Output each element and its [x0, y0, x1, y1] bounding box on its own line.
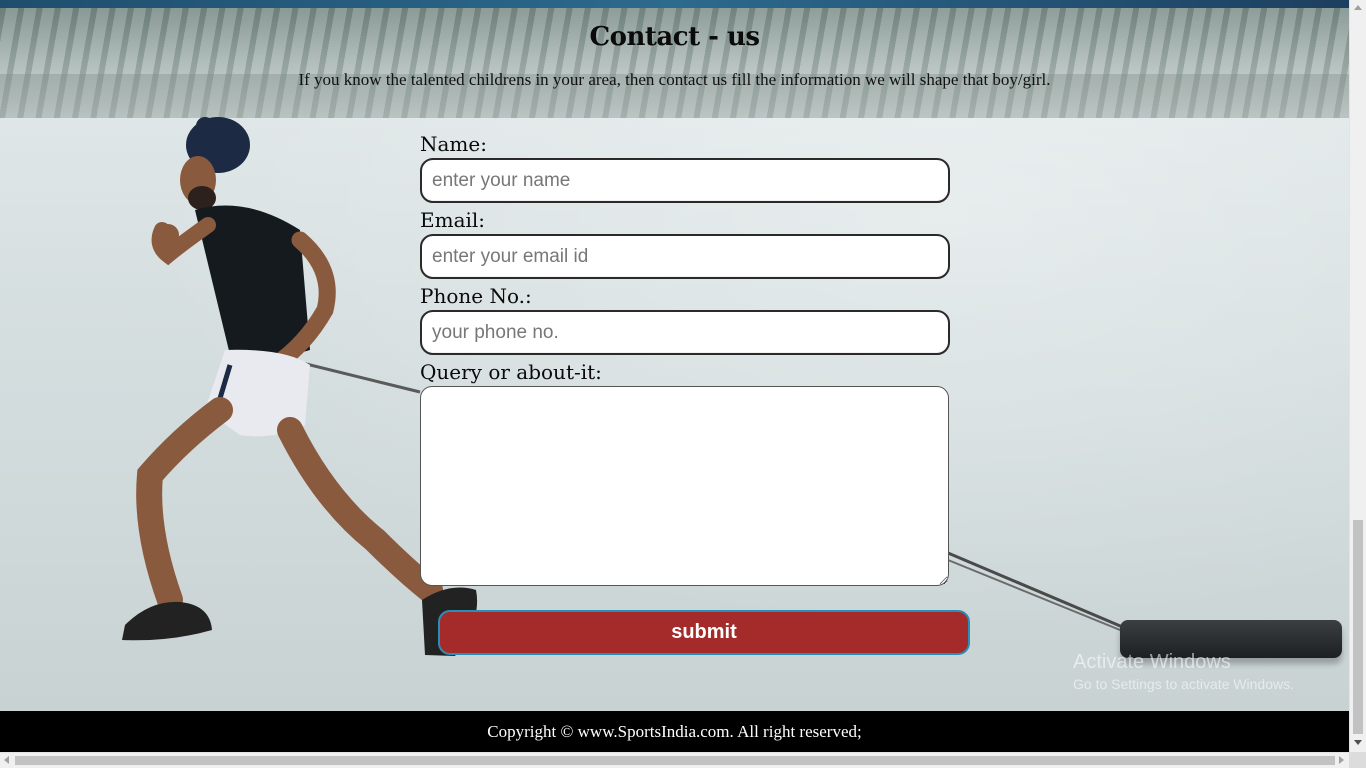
scrollbar-corner — [1349, 752, 1366, 768]
query-textarea[interactable] — [420, 386, 949, 586]
vertical-scrollbar[interactable] — [1349, 0, 1366, 752]
name-input[interactable] — [420, 158, 950, 203]
horizontal-scrollbar[interactable] — [0, 752, 1349, 768]
scroll-down-arrow-icon[interactable] — [1354, 740, 1362, 745]
page-title: Contact - us — [589, 22, 760, 52]
email-input[interactable] — [420, 234, 950, 279]
footer: Copyright © www.SportsIndia.com. All rig… — [0, 711, 1349, 752]
contact-form: Name: Email: Phone No.: Query or about-i… — [420, 130, 980, 655]
vertical-scroll-thumb[interactable] — [1353, 520, 1363, 734]
intro-text: If you know the talented childrens in yo… — [298, 70, 1051, 89]
scroll-up-arrow-icon[interactable] — [1354, 5, 1362, 10]
horizontal-scroll-thumb[interactable] — [15, 756, 1335, 765]
submit-button[interactable]: submit — [438, 610, 970, 655]
phone-label: Phone No.: — [420, 284, 532, 308]
query-label: Query or about-it: — [420, 360, 602, 384]
email-label: Email: — [420, 208, 486, 232]
scroll-left-arrow-icon[interactable] — [4, 756, 9, 764]
windows-activation-watermark: Activate Windows Go to Settings to activ… — [1073, 650, 1294, 694]
watermark-subtitle: Go to Settings to activate Windows. — [1073, 676, 1294, 692]
watermark-title: Activate Windows — [1073, 651, 1231, 673]
name-label: Name: — [420, 132, 487, 156]
copyright-text: Copyright © www.SportsIndia.com. All rig… — [487, 722, 862, 741]
phone-input[interactable] — [420, 310, 950, 355]
scroll-right-arrow-icon[interactable] — [1339, 756, 1344, 764]
